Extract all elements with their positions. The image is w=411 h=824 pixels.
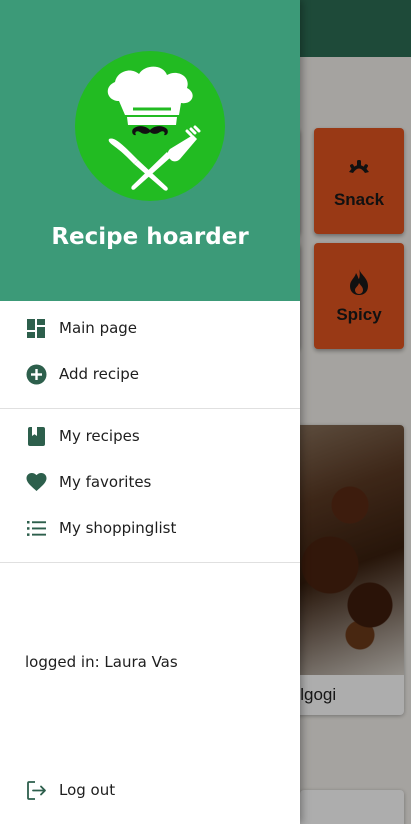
chef-logo-icon	[107, 66, 201, 191]
logout-label: Log out	[59, 781, 116, 799]
nav-item-my-recipes[interactable]: My recipes	[0, 413, 300, 459]
nav-item-my-favorites[interactable]: My favorites	[0, 459, 300, 505]
heart-icon	[26, 473, 47, 491]
footer-nav: Log out	[0, 767, 300, 813]
list-icon	[27, 521, 46, 536]
nav-label: Add recipe	[59, 365, 140, 383]
nav-item-my-shoppinglist[interactable]: My shoppinglist	[0, 505, 300, 551]
dashboard-icon	[27, 319, 45, 338]
nav-label: My shoppinglist	[59, 519, 177, 537]
personal-nav: My recipes My favorites My shoppinglist	[0, 413, 300, 551]
logged-in-status: logged in: Laura Vas	[25, 653, 178, 671]
add-circle-icon	[26, 364, 47, 385]
nav-label: My favorites	[59, 473, 152, 491]
nav-item-add-recipe[interactable]: Add recipe	[0, 351, 300, 397]
navigation-drawer: Recipe hoarder Main page Add recipe My r…	[0, 0, 300, 824]
primary-nav: Main page Add recipe	[0, 305, 300, 397]
nav-label: Main page	[59, 319, 138, 337]
nav-item-main-page[interactable]: Main page	[0, 305, 300, 351]
divider	[0, 562, 300, 563]
logout-icon	[27, 781, 46, 800]
logout-button[interactable]: Log out	[0, 767, 300, 813]
book-icon	[28, 427, 45, 446]
app-title: Recipe hoarder	[51, 224, 249, 250]
app-logo	[75, 51, 225, 201]
nav-label: My recipes	[59, 427, 140, 445]
divider	[0, 408, 300, 409]
drawer-header: Recipe hoarder	[0, 0, 300, 301]
